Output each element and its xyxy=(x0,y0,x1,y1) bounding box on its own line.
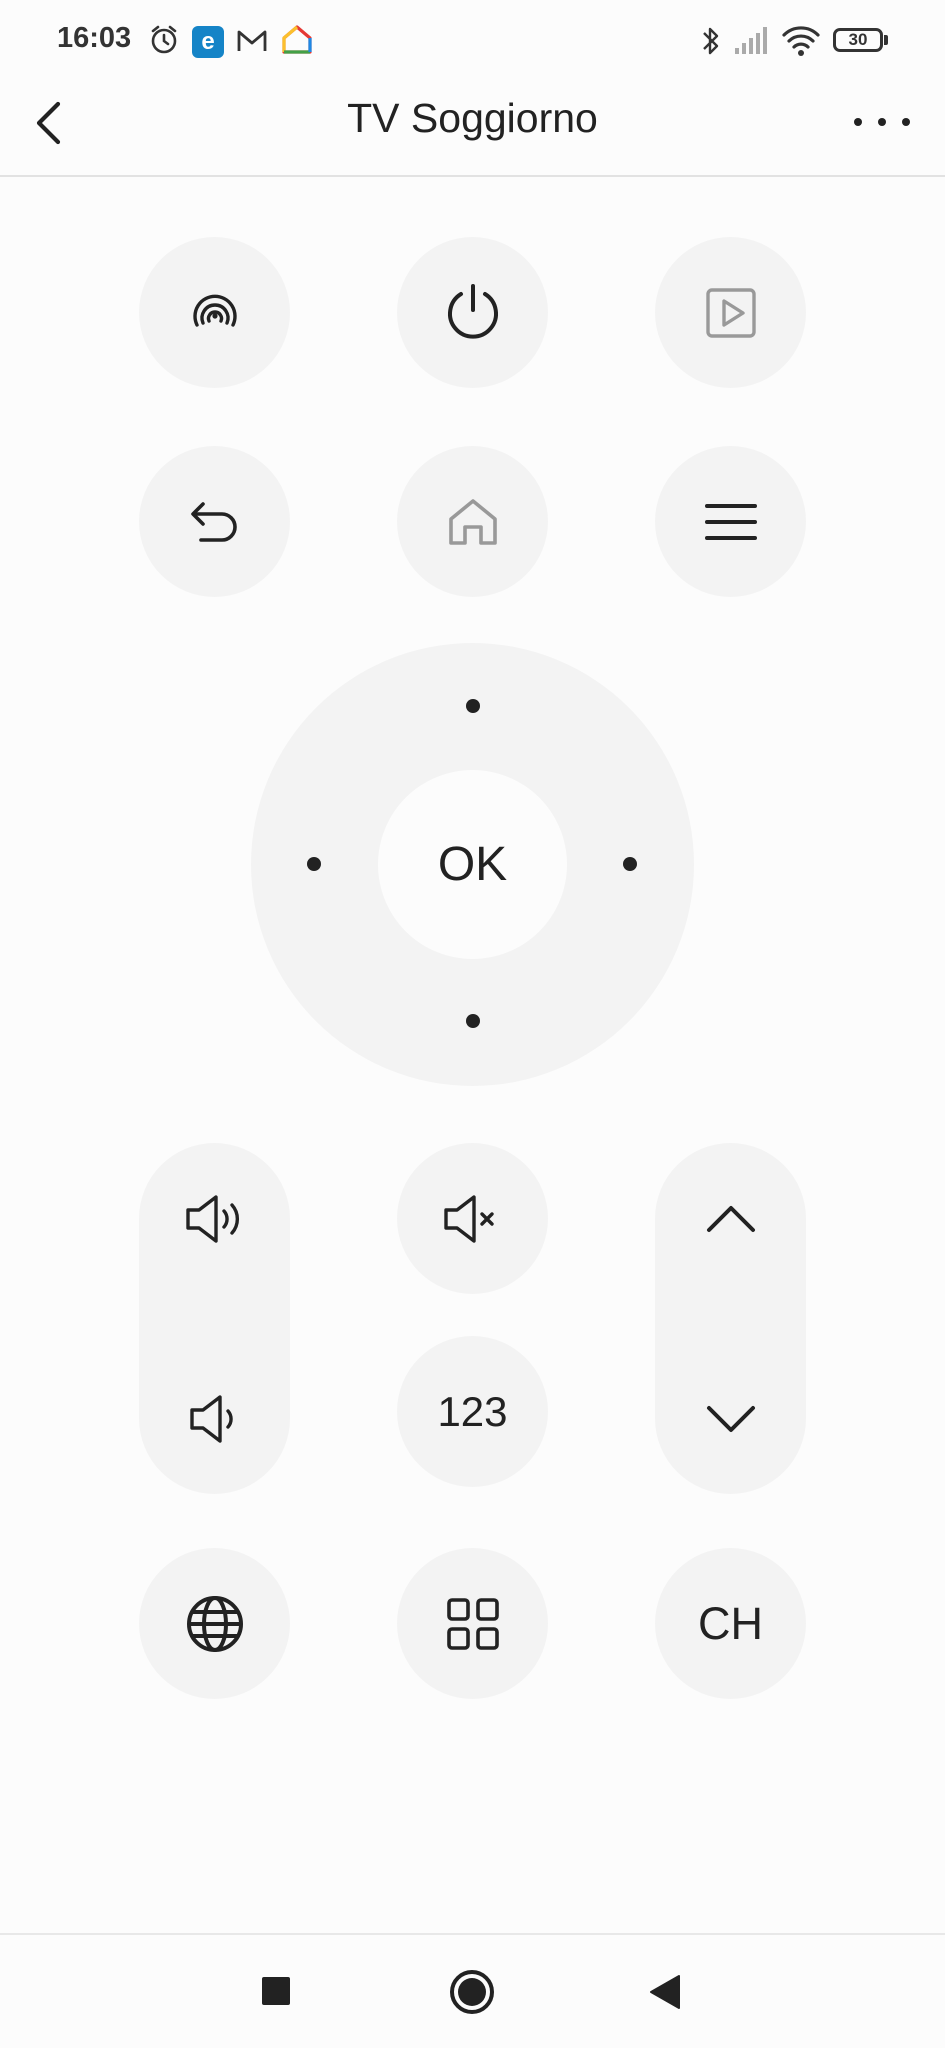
e-app-icon: e xyxy=(192,26,224,58)
apps-button[interactable] xyxy=(397,1548,548,1699)
volume-up-icon xyxy=(185,1194,239,1243)
globe-icon xyxy=(186,1595,243,1652)
status-time: 16:03 xyxy=(57,22,132,54)
signal-icon xyxy=(735,27,767,54)
home-icon xyxy=(448,498,497,545)
channel-down-button[interactable] xyxy=(655,1343,806,1494)
channel-up-button[interactable] xyxy=(655,1143,806,1294)
menu-button[interactable] xyxy=(655,446,806,597)
mute-icon xyxy=(443,1194,494,1243)
recents-square-icon[interactable] xyxy=(262,1977,290,2005)
mute-button[interactable] xyxy=(397,1143,548,1294)
home-circle-icon[interactable] xyxy=(449,1969,495,2015)
ch-button[interactable]: CH xyxy=(655,1548,806,1699)
wifi-icon xyxy=(782,26,820,56)
volume-up-button[interactable] xyxy=(139,1143,290,1294)
numbers-label: 123 xyxy=(437,1387,508,1435)
apps-grid-icon xyxy=(446,1597,499,1650)
ok-button[interactable]: OK xyxy=(378,770,567,959)
menu-icon xyxy=(704,503,757,540)
bluetooth-icon xyxy=(703,27,719,55)
cast-button[interactable] xyxy=(139,237,290,388)
status-bar: 16:03 e 30 xyxy=(0,0,945,80)
chevron-down-icon xyxy=(706,1405,755,1432)
dpad-right-button[interactable] xyxy=(623,857,637,871)
dpad-up-button[interactable] xyxy=(466,699,480,713)
back-arrow-icon xyxy=(190,501,237,542)
google-home-icon xyxy=(282,25,312,54)
volume-down-icon xyxy=(189,1394,233,1443)
volume-down-button[interactable] xyxy=(139,1343,290,1494)
power-button[interactable] xyxy=(397,237,548,388)
dpad-down-button[interactable] xyxy=(466,1014,480,1028)
power-icon xyxy=(447,283,498,339)
globe-button[interactable] xyxy=(139,1548,290,1699)
ch-label: CH xyxy=(698,1597,763,1649)
back-triangle-icon[interactable] xyxy=(648,1974,682,2010)
more-options-button[interactable] xyxy=(852,112,912,132)
battery-tip xyxy=(884,35,888,45)
chevron-up-icon xyxy=(706,1205,755,1232)
home-button[interactable] xyxy=(397,446,548,597)
input-source-icon xyxy=(705,287,756,338)
ok-label: OK xyxy=(437,838,508,891)
numbers-button[interactable]: 123 xyxy=(397,1336,548,1487)
page-title: TV Soggiorno xyxy=(347,95,598,141)
dpad-left-button[interactable] xyxy=(307,857,321,871)
input-source-button[interactable] xyxy=(655,237,806,388)
alarm-icon xyxy=(151,25,177,54)
back-key-button[interactable] xyxy=(139,446,290,597)
cast-icon xyxy=(192,294,237,327)
gmail-icon xyxy=(237,30,267,51)
battery-icon: 30 xyxy=(833,28,883,52)
